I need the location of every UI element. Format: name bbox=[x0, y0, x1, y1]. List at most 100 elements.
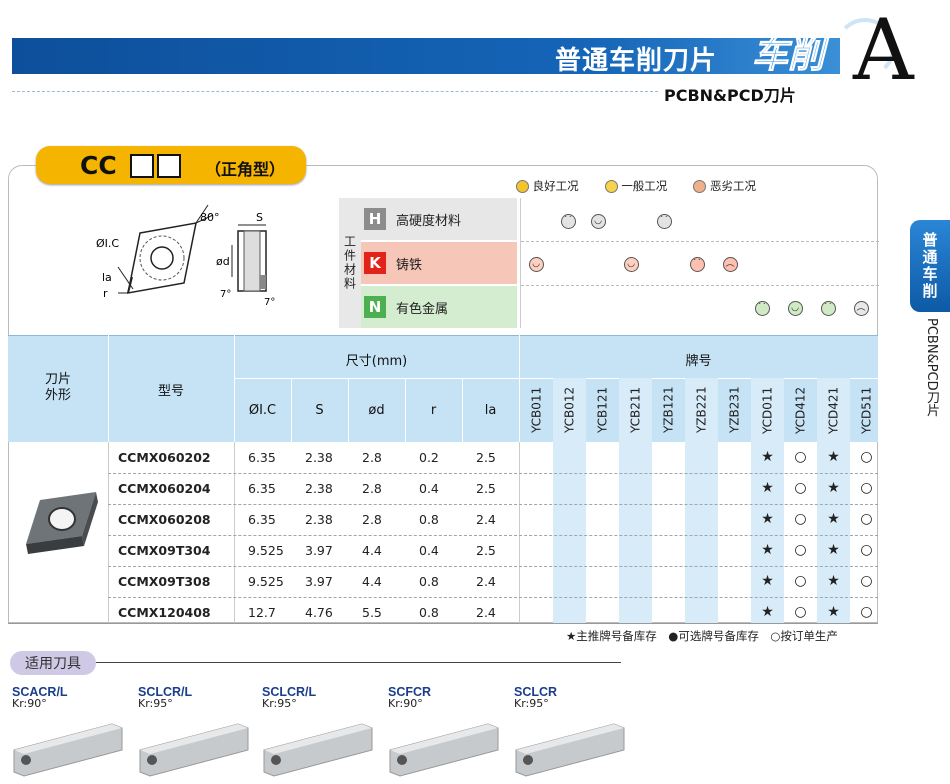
star-icon: ★ bbox=[761, 511, 774, 527]
circle-icon: ○ bbox=[860, 511, 873, 527]
circle-icon: ○ bbox=[794, 573, 807, 589]
neutral-face-icon: ˙˙ bbox=[820, 300, 836, 316]
table-cell-la: 2.5 bbox=[476, 543, 496, 558]
diagram-d-label: ød bbox=[216, 255, 230, 268]
tool-image bbox=[389, 723, 499, 777]
insert-code-boxes bbox=[130, 154, 181, 178]
good-face-icon: ◡ bbox=[787, 300, 803, 316]
brand-ycd412: YCD412 bbox=[793, 386, 808, 434]
table-row-model: CCMX060208 bbox=[118, 512, 211, 527]
table-cell-ic: 6.35 bbox=[248, 481, 276, 496]
table-cell-r: 0.4 bbox=[419, 543, 439, 558]
material-row-k: K 铸铁 bbox=[361, 242, 517, 284]
circle-icon: ○ bbox=[860, 542, 873, 558]
table-footnote: ★主推牌号备库存 ●可选牌号备库存 ○按订单生产 bbox=[566, 629, 838, 643]
table-cell-ic: 9.525 bbox=[248, 574, 284, 589]
table-cell-d: 2.8 bbox=[362, 450, 382, 465]
table-row-model: CCMX09T308 bbox=[118, 574, 211, 589]
table-cell-ic: 6.35 bbox=[248, 450, 276, 465]
table-cell-d: 2.8 bbox=[362, 512, 382, 527]
h-yzb121-face: ˙˙ bbox=[653, 213, 675, 229]
legend-good: 良好工况 bbox=[516, 178, 579, 194]
circle-icon: ○ bbox=[794, 511, 807, 527]
table-cell-la: 2.5 bbox=[476, 450, 496, 465]
tools-divider bbox=[96, 662, 621, 663]
neutral-face-icon: ˙˙ bbox=[560, 213, 576, 229]
neutral-face-icon bbox=[604, 180, 618, 193]
table-cell-r: 0.8 bbox=[419, 574, 439, 589]
brand-yzb231: YZB231 bbox=[727, 386, 742, 434]
material-n-label: 有色金属 bbox=[396, 301, 449, 317]
insert-diagram: 80° ØI.C la r S ød 7° 7° bbox=[96, 205, 275, 308]
legend-bad: 恶劣工况 bbox=[693, 178, 756, 194]
tool-image bbox=[515, 723, 625, 777]
tool-item[interactable]: SCFCR Kr:90° bbox=[388, 685, 500, 784]
material-n-badge: N bbox=[364, 296, 386, 318]
bad-face-icon: ︵ bbox=[853, 300, 869, 316]
insert-top-view bbox=[117, 205, 214, 294]
tool-image bbox=[263, 723, 373, 777]
n-ycd412-face: ◡ bbox=[784, 300, 806, 316]
col-shape-header: 刀片 外形 bbox=[44, 372, 71, 403]
insert-side-view bbox=[231, 224, 267, 292]
star-icon: ★ bbox=[827, 480, 840, 496]
material-group-label: 工件材料 bbox=[339, 198, 361, 328]
tool-angle: Kr:95° bbox=[514, 697, 549, 710]
table-cell-r: 0.2 bbox=[419, 450, 439, 465]
side-tab[interactable]: 普通车削 bbox=[910, 220, 950, 312]
tool-item[interactable]: SCACR/L Kr:90° bbox=[12, 685, 124, 784]
tool-item[interactable]: SCLCR/L Kr:95° bbox=[262, 685, 374, 784]
tool-item[interactable]: SCLCR/L Kr:95° bbox=[138, 685, 250, 784]
good-face-icon bbox=[516, 180, 529, 193]
neutral-face-icon: ˙˙ bbox=[754, 300, 770, 316]
header-divider bbox=[12, 91, 658, 92]
star-icon: ★ bbox=[761, 449, 774, 465]
table-cell-s: 3.97 bbox=[305, 543, 333, 558]
material-k-badge: K bbox=[364, 252, 386, 274]
dim-d-header: ød bbox=[368, 403, 385, 418]
circle-icon: ○ bbox=[794, 604, 807, 620]
circle-icon: ○ bbox=[860, 573, 873, 589]
legend-ok: 一般工况 bbox=[604, 178, 667, 194]
category-title: 车削 bbox=[751, 35, 825, 77]
diagram-s-label: S bbox=[256, 211, 263, 224]
bad-face-icon: ︵ bbox=[722, 256, 738, 272]
material-row-h: H 高硬度材料 bbox=[361, 198, 517, 240]
circle-icon: ○ bbox=[794, 449, 807, 465]
dim-la-header: la bbox=[484, 403, 497, 418]
col-dims-header: 尺寸(mm) bbox=[345, 354, 408, 369]
tool-item[interactable]: SCLCR Kr:95° bbox=[514, 685, 626, 784]
star-icon: ★ bbox=[761, 604, 774, 620]
good-face-icon: ◡ bbox=[528, 256, 544, 272]
table-cell-s: 2.38 bbox=[305, 481, 333, 496]
material-h-badge: H bbox=[364, 208, 386, 230]
good-face-icon: ◡ bbox=[590, 213, 606, 229]
good-face-icon: ◡ bbox=[623, 256, 639, 272]
table-cell-d: 4.4 bbox=[362, 574, 382, 589]
table-cell-ic: 6.35 bbox=[248, 512, 276, 527]
star-icon: ★ bbox=[827, 604, 840, 620]
insert-photo bbox=[26, 492, 98, 554]
bad-face-icon bbox=[693, 180, 707, 193]
diagram-ic-label: ØI.C bbox=[96, 237, 119, 250]
circle-icon: ○ bbox=[794, 480, 807, 496]
table-row-model: CCMX060202 bbox=[118, 450, 211, 465]
table-row-model: CCMX120408 bbox=[118, 605, 211, 620]
condition-legend: 良好工况 一般工况 恶劣工况 bbox=[516, 178, 756, 194]
h-ycb121-face: ◡ bbox=[587, 213, 609, 229]
n-ycd511-face: ︵ bbox=[850, 300, 872, 316]
brand-ycd011: YCD011 bbox=[760, 386, 775, 434]
brand-ycb012: YCB012 bbox=[562, 386, 577, 434]
tool-angle: Kr:90° bbox=[12, 697, 47, 710]
h-ycb012-face: ˙˙ bbox=[557, 213, 579, 229]
table-row-model: CCMX09T304 bbox=[118, 543, 211, 558]
table-cell-la: 2.5 bbox=[476, 481, 496, 496]
star-icon: ★ bbox=[827, 542, 840, 558]
brand-ycd511: YCD511 bbox=[859, 386, 874, 434]
page-title: 普通车削刀片 bbox=[555, 46, 718, 76]
tool-angle: Kr:95° bbox=[138, 697, 173, 710]
table-cell-ic: 12.7 bbox=[248, 605, 276, 620]
tools-section-label: 适用刀具 bbox=[10, 651, 96, 675]
material-k-label: 铸铁 bbox=[396, 257, 423, 273]
diagram-r-label: r bbox=[103, 287, 108, 300]
